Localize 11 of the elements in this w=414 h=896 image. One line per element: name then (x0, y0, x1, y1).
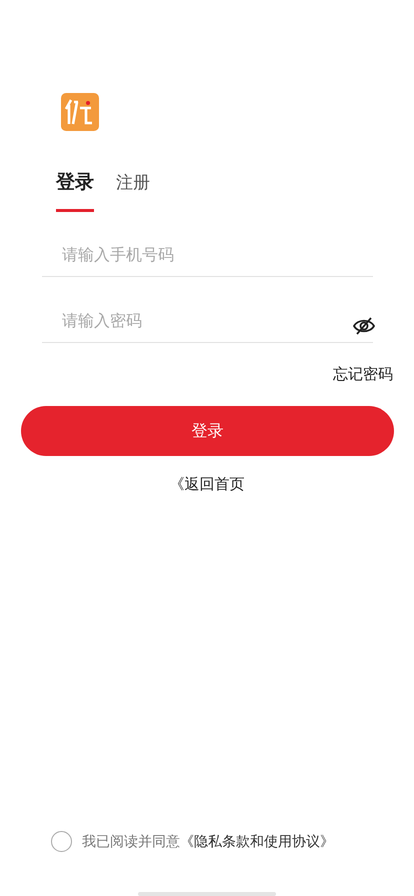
logo-icon (61, 93, 99, 131)
password-field[interactable]: 请输入密码 (42, 298, 352, 342)
back-home-link[interactable]: 《返回首页 (170, 475, 244, 494)
agreement-text: 我已阅读并同意 (82, 832, 180, 850)
tab[interactable]: 登录 (56, 169, 94, 212)
login-button[interactable]: 登录 (21, 406, 394, 456)
tab[interactable]: 注册 (116, 169, 150, 212)
agreement-link[interactable]: 《隐私条款和使用协议》 (180, 832, 334, 850)
forgot-password-link[interactable]: 忘记密码 (333, 365, 393, 384)
agreement-radio[interactable] (51, 831, 72, 852)
phone-field[interactable]: 请输入手机号码 (42, 232, 373, 276)
